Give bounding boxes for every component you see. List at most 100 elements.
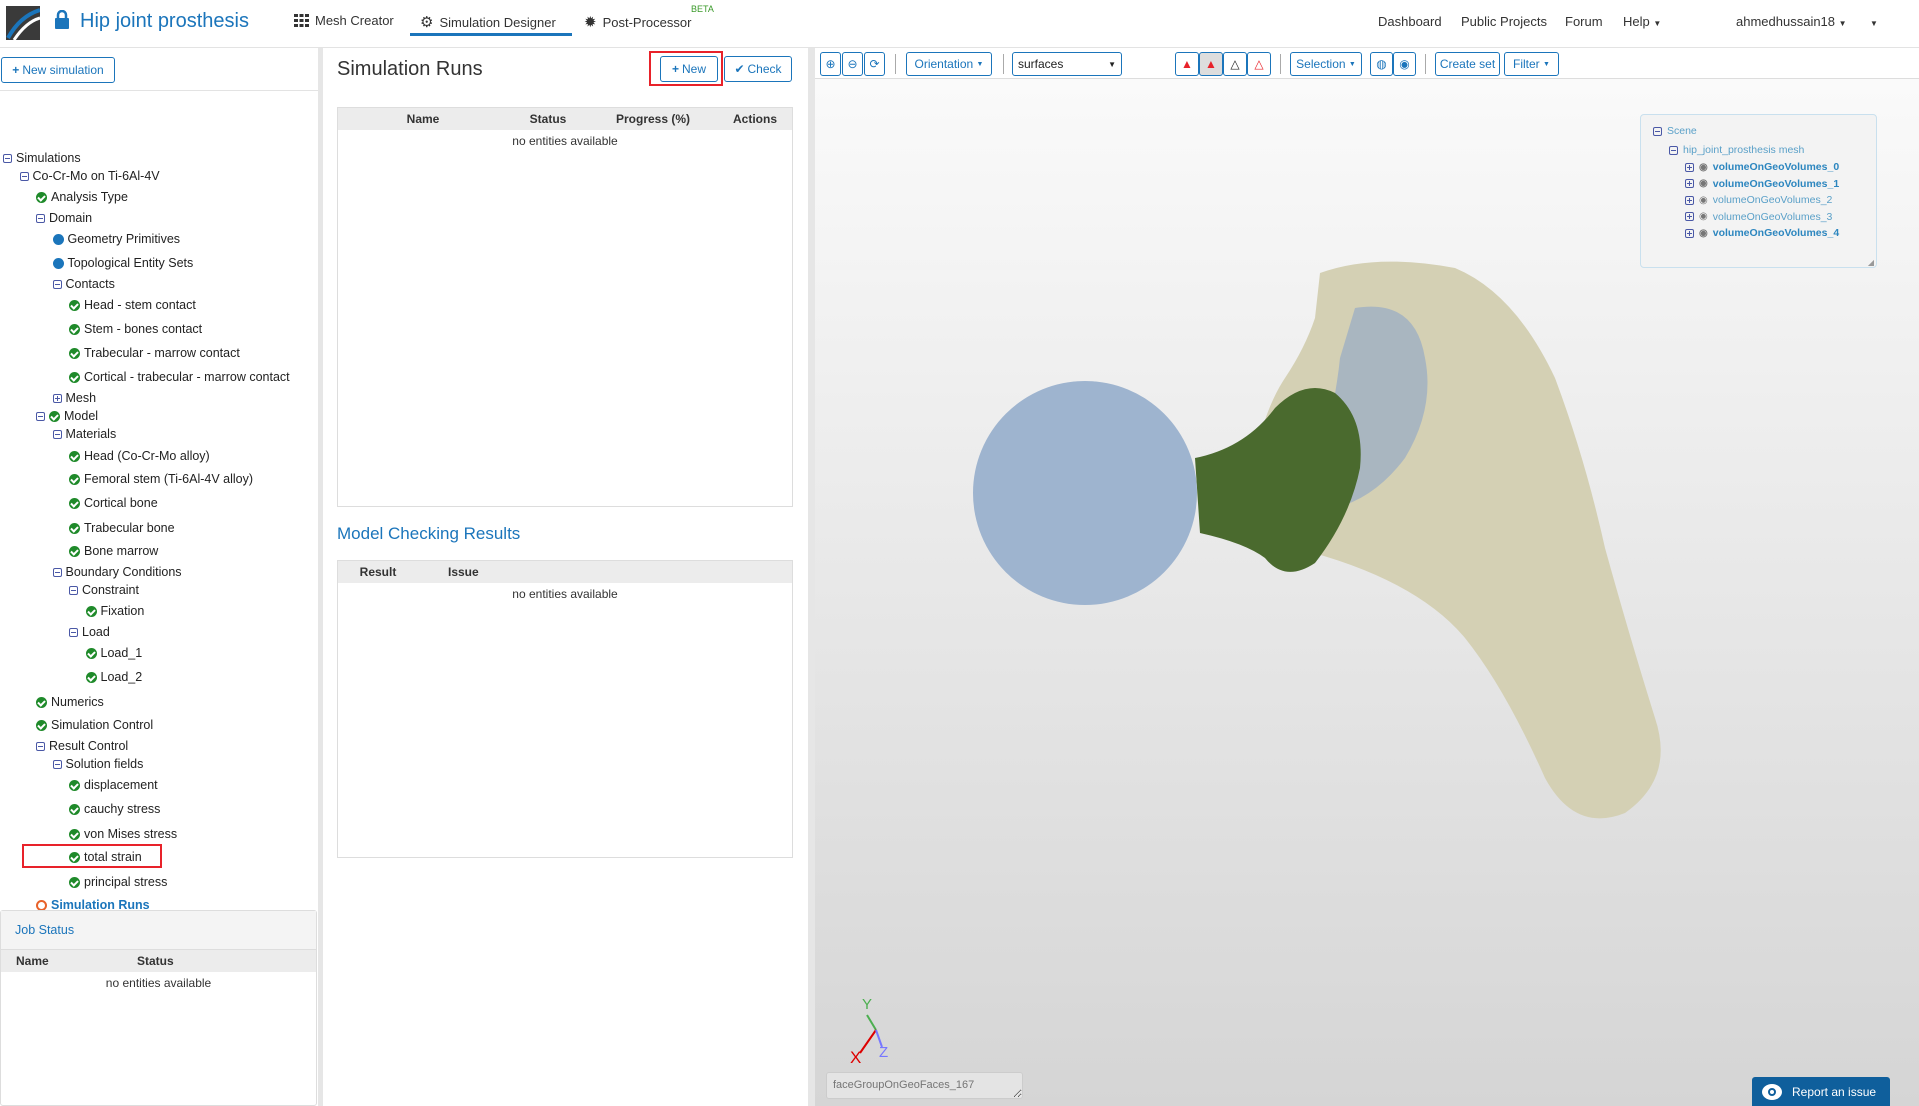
tree-item[interactable]: Contacts	[52, 277, 115, 291]
scene-root[interactable]: Scene	[1653, 125, 1697, 137]
eye-icon[interactable]: ◉	[1699, 162, 1708, 173]
expand-icon[interactable]	[52, 393, 62, 403]
check-button[interactable]: ✔ Check	[724, 56, 792, 82]
tree-item[interactable]: Geometry Primitives	[52, 232, 180, 246]
zoom-in-button[interactable]: ⊕	[820, 52, 841, 76]
panel-splitter[interactable]	[808, 48, 815, 1106]
tree-item[interactable]: Solution fields	[52, 757, 143, 771]
tree-item[interactable]: Trabecular - marrow contact	[69, 346, 240, 360]
collapse-icon[interactable]	[52, 567, 62, 577]
tree-item[interactable]: cauchy stress	[69, 802, 160, 816]
collapse-icon[interactable]	[1653, 126, 1662, 136]
surface-mode-button[interactable]: ▲	[1175, 52, 1199, 76]
eye-icon[interactable]: ◉	[1699, 211, 1708, 222]
eye-icon[interactable]: ◉	[1699, 228, 1708, 239]
tree-item[interactable]: Bone marrow	[69, 544, 158, 558]
tree-item[interactable]: Boundary Conditions	[52, 565, 182, 579]
create-set-button[interactable]: Create set	[1435, 52, 1500, 76]
tree-item[interactable]: von Mises stress	[69, 827, 177, 841]
collapse-icon[interactable]	[52, 279, 62, 289]
user-menu[interactable]: ahmedhussain18 ▼	[1736, 14, 1847, 29]
tree-item[interactable]: Result Control	[36, 739, 128, 753]
tree-item[interactable]: Stem - bones contact	[69, 322, 202, 336]
tree-item[interactable]: Load	[69, 625, 110, 639]
tree-item[interactable]: Domain	[36, 211, 92, 225]
check-circle-icon	[49, 410, 60, 422]
tree-item[interactable]: displacement	[69, 778, 158, 792]
tree-item[interactable]: Numerics	[36, 695, 104, 709]
expand-icon[interactable]	[1685, 195, 1694, 205]
surface-edges-mode-button[interactable]: ▲	[1199, 52, 1223, 76]
tree-item[interactable]: Mesh	[52, 391, 96, 405]
eye-icon[interactable]: ◉	[1699, 178, 1708, 189]
expand-icon[interactable]	[1685, 212, 1694, 221]
tree-item-label: Topological Entity Sets	[67, 256, 194, 270]
tree-item[interactable]: Head - stem contact	[69, 298, 196, 312]
points-mode-button[interactable]: △	[1247, 52, 1271, 76]
tree-item[interactable]: Femoral stem (Ti-6Al-4V alloy)	[69, 472, 253, 486]
report-issue-button[interactable]: Report an issue	[1752, 1077, 1890, 1106]
expand-icon[interactable]	[1685, 179, 1694, 188]
tree-item[interactable]: Model	[36, 409, 98, 423]
tree-item[interactable]: Simulation Control	[36, 718, 153, 732]
nav-forum[interactable]: Forum	[1565, 14, 1603, 29]
hide-button[interactable]: ◍	[1370, 52, 1393, 76]
nav-public-projects[interactable]: Public Projects	[1461, 14, 1547, 29]
project-title[interactable]: Hip joint prosthesis	[80, 10, 249, 33]
extra-menu-caret-icon[interactable]: ▼	[1870, 19, 1878, 28]
collapse-icon[interactable]	[36, 213, 45, 223]
scene-volume-item[interactable]: ◉ volumeOnGeoVolumes_4	[1685, 227, 1839, 239]
tree-item[interactable]: principal stress	[69, 875, 167, 889]
scene-volume-item[interactable]: ◉ volumeOnGeoVolumes_1	[1685, 178, 1839, 190]
reset-view-button[interactable]: ⟳	[864, 52, 885, 76]
scene-volume-item[interactable]: ◉ volumeOnGeoVolumes_2	[1685, 194, 1832, 206]
tree-item[interactable]: Fixation	[85, 604, 144, 618]
wireframe-mode-button[interactable]: △	[1223, 52, 1247, 76]
face-group-input[interactable]	[826, 1072, 1023, 1099]
nav-dashboard[interactable]: Dashboard	[1378, 14, 1442, 29]
render-mode-select[interactable]: surfaces ▼	[1012, 52, 1122, 76]
tree-item[interactable]: Constraint	[69, 583, 139, 597]
collapse-icon[interactable]	[52, 759, 62, 769]
collapse-icon[interactable]	[52, 429, 62, 439]
scene-mesh[interactable]: hip_joint_prosthesis mesh	[1669, 144, 1804, 156]
collapse-icon[interactable]	[1669, 145, 1678, 155]
collapse-icon[interactable]	[19, 171, 29, 181]
scene-volume-item[interactable]: ◉ volumeOnGeoVolumes_3	[1685, 211, 1832, 223]
resize-handle-icon[interactable]: ◢	[1868, 258, 1874, 267]
tree-item[interactable]: Materials	[52, 427, 116, 441]
tree-item[interactable]: Trabecular bone	[69, 521, 175, 535]
app-logo[interactable]	[6, 6, 40, 40]
new-run-button[interactable]: + New	[660, 56, 718, 82]
tree-item[interactable]: Analysis Type	[36, 190, 128, 204]
tab-simulation-designer[interactable]: ⚙ Simulation Designer	[420, 13, 556, 31]
collapse-icon[interactable]	[36, 411, 45, 421]
tree-item[interactable]: Cortical - trabecular - marrow contact	[69, 370, 290, 384]
orientation-dropdown[interactable]: Orientation ▼	[906, 52, 992, 76]
zoom-out-icon: ⊖	[847, 57, 858, 71]
scene-volume-item[interactable]: ◉ volumeOnGeoVolumes_0	[1685, 161, 1839, 173]
show-button[interactable]: ◉	[1393, 52, 1416, 76]
tab-post-processor[interactable]: ✹ Post-Processor	[584, 13, 691, 31]
tree-item[interactable]: Co-Cr-Mo on Ti-6Al-4V	[19, 169, 160, 183]
tab-mesh-creator[interactable]: Mesh Creator	[294, 13, 394, 28]
expand-icon[interactable]	[1685, 162, 1694, 172]
collapse-icon[interactable]	[69, 627, 78, 637]
nav-help[interactable]: Help ▼	[1623, 14, 1661, 29]
expand-icon[interactable]	[1685, 228, 1694, 238]
tree-item[interactable]: Cortical bone	[69, 496, 158, 510]
tree-item-label: Trabecular bone	[84, 521, 175, 535]
tree-item[interactable]: Load_1	[85, 646, 142, 660]
collapse-icon[interactable]	[69, 585, 78, 595]
tree-item[interactable]: Head (Co-Cr-Mo alloy)	[69, 449, 210, 463]
tree-item[interactable]: Topological Entity Sets	[52, 256, 194, 270]
filter-dropdown[interactable]: Filter ▼	[1504, 52, 1559, 76]
tree-item[interactable]: Load_2	[85, 670, 142, 684]
collapse-icon[interactable]	[3, 153, 12, 163]
selection-dropdown[interactable]: Selection ▼	[1290, 52, 1362, 76]
zoom-out-button[interactable]: ⊖	[842, 52, 863, 76]
tree-item-label: Simulation Control	[51, 718, 154, 732]
collapse-icon[interactable]	[36, 741, 45, 751]
tree-item[interactable]: Simulations	[3, 151, 81, 165]
eye-icon[interactable]: ◉	[1699, 195, 1708, 206]
